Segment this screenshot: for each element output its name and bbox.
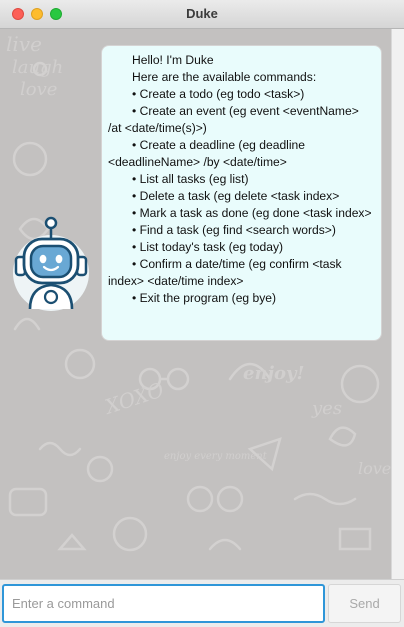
title-bar: Duke <box>0 0 404 29</box>
robot-avatar-icon <box>12 213 90 313</box>
command-confirm: • Confirm a date/time (eg confirm <task … <box>108 257 345 288</box>
command-bye: • Exit the program (eg bye) <box>132 291 277 305</box>
wallpaper-word-yes: yes <box>311 398 342 419</box>
send-button[interactable]: Send <box>328 584 401 623</box>
command-today: • List today's task (eg today) <box>132 240 284 254</box>
wallpaper-word-xoxo: XOXO <box>100 377 167 419</box>
input-bar: Send <box>0 579 404 627</box>
command-list: • List all tasks (eg list) <box>132 172 249 186</box>
chat-scrollbar[interactable] <box>391 29 404 579</box>
wallpaper-word-love-2: love <box>358 459 391 478</box>
duke-message-bubble: Hello! I'm Duke Here are the available c… <box>102 46 381 340</box>
wallpaper-word-enjoy-moment: enjoy every moment <box>164 451 268 462</box>
message-greeting: Hello! I'm Duke <box>132 53 214 67</box>
command-delete: • Delete a task (eg delete <task index> <box>132 189 340 203</box>
message-commands-heading: Here are the available commands: <box>132 70 317 84</box>
wallpaper-word-laugh: laugh <box>12 57 63 78</box>
command-done: • Mark a task as done (eg done <task ind… <box>132 206 372 220</box>
command-input[interactable] <box>2 584 325 623</box>
command-todo: • Create a todo (eg todo <task>) <box>132 87 305 101</box>
app-window: Duke live laugh love enjoy! XOXO yes enj… <box>0 0 404 627</box>
command-deadline: • Create a deadline (eg deadline <deadli… <box>108 138 309 169</box>
command-event: • Create an event (eg event <eventName> … <box>108 104 363 135</box>
chat-scroll-pane[interactable]: live laugh love enjoy! XOXO yes enjoy ev… <box>0 29 391 579</box>
command-find: • Find a task (eg find <search words>) <box>132 223 336 237</box>
wallpaper-word-love: love <box>20 79 57 100</box>
wallpaper-word-live: live <box>6 32 42 56</box>
wallpaper-word-enjoy: enjoy! <box>243 363 304 384</box>
window-title: Duke <box>186 6 218 21</box>
